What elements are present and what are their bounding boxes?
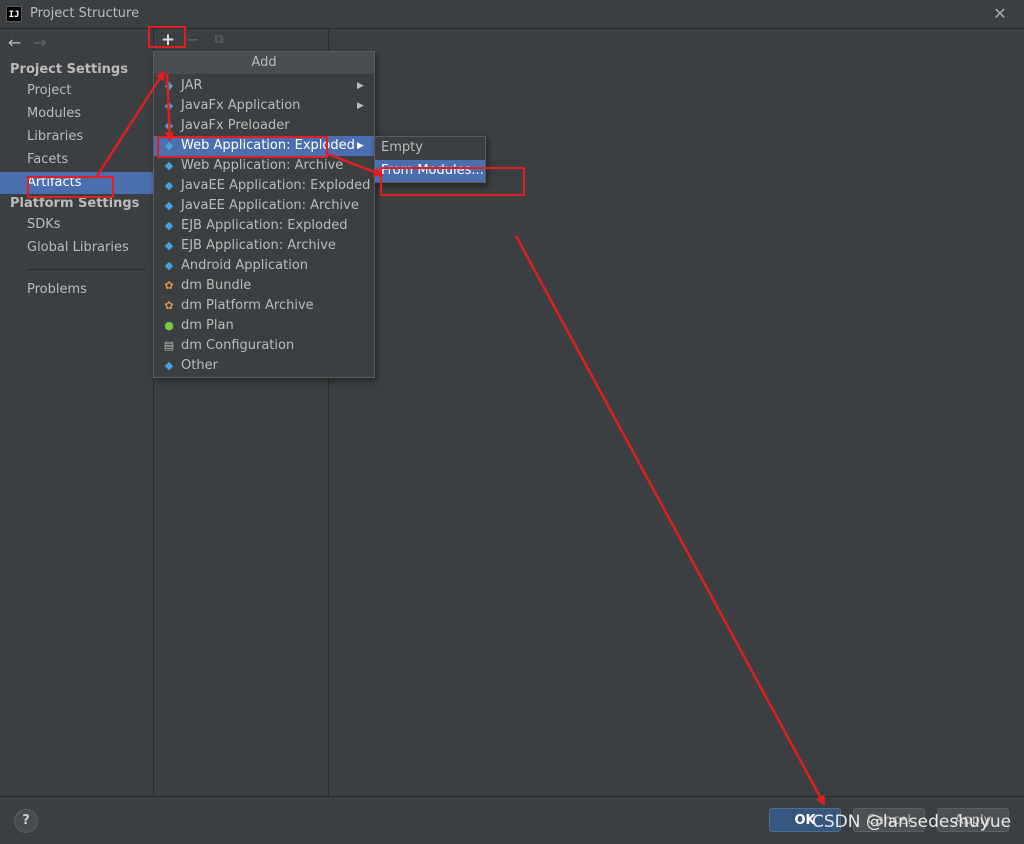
document-icon: ▤ (163, 339, 175, 352)
menu-item-dm-plan[interactable]: dm Plan (154, 316, 374, 336)
sidebar-divider (27, 269, 146, 270)
submenu-arrow-icon: ▶ (357, 81, 364, 91)
copy-icon[interactable]: ⧉ (210, 31, 228, 49)
add-popup-title: Add (154, 52, 374, 74)
menu-item-jar[interactable]: JAR (154, 76, 374, 96)
sidebar-item-facets[interactable]: Facets (0, 149, 153, 171)
title-bar (0, 0, 1024, 29)
sidebar-item-problems[interactable]: Problems (0, 279, 153, 301)
sidebar-item-modules[interactable]: Modules (0, 103, 153, 125)
menu-item-ejb-application-archive[interactable]: EJB Application: Archive (154, 236, 374, 256)
window-title: Project Structure (30, 6, 140, 21)
submenu-arrow-icon: ▶ (357, 101, 364, 111)
sidebar-item-artifacts[interactable]: Artifacts (0, 172, 153, 194)
menu-item-web-application-archive[interactable]: Web Application: Archive (154, 156, 374, 176)
menu-item-ejb-application-exploded[interactable]: EJB Application: Exploded (154, 216, 374, 236)
help-button[interactable]: ? (14, 809, 38, 833)
platform-settings-header: Platform Settings (10, 196, 140, 211)
menu-item-android-application[interactable]: Android Application (154, 256, 374, 276)
diamond-icon: ◆ (164, 79, 174, 92)
diamond-icon: ◆ (164, 259, 174, 272)
menu-item-dm-bundle[interactable]: dm Bundle (154, 276, 374, 296)
menu-item-other[interactable]: Other (154, 356, 374, 376)
submenu-arrow-icon: ▶ (357, 141, 364, 151)
watermark-text: CSDN @lansedeshuyue (812, 812, 1012, 832)
bundle-icon: ✿ (164, 279, 174, 292)
menu-item-dm-platform-archive[interactable]: dm Platform Archive (154, 296, 374, 316)
intellij-app-icon: IJ (6, 6, 22, 22)
project-settings-header: Project Settings (10, 62, 128, 77)
close-icon[interactable]: ✕ (990, 4, 1010, 24)
remove-icon[interactable]: − (184, 31, 202, 49)
javaee-icon: ◆ (164, 179, 174, 192)
diamond-icon: ◆ (164, 119, 174, 132)
menu-item-javaee-application-exploded[interactable]: JavaEE Application: Exploded (154, 176, 374, 196)
sidebar-item-project[interactable]: Project (0, 80, 153, 102)
menu-item-javafx-preloader[interactable]: JavaFx Preloader (154, 116, 374, 136)
back-arrow-icon[interactable]: ← (8, 33, 21, 52)
sidebar-item-global-libraries[interactable]: Global Libraries (0, 237, 153, 259)
menu-item-dm-configuration[interactable]: dm Configuration (154, 336, 374, 356)
ejb-icon: ◆ (164, 219, 174, 232)
sidebar-item-sdks[interactable]: SDKs (0, 214, 153, 236)
add-icon[interactable]: + (158, 31, 178, 49)
web-icon: ◆ (164, 159, 174, 172)
menu-item-javafx-application[interactable]: JavaFx Application (154, 96, 374, 116)
bundle-icon: ✿ (164, 299, 174, 312)
ejb-icon: ◆ (164, 239, 174, 252)
menu-item-web-application-exploded[interactable]: Web Application: Exploded (154, 136, 374, 156)
sidebar-item-libraries[interactable]: Libraries (0, 126, 153, 148)
javaee-icon: ◆ (164, 199, 174, 212)
plan-icon: ● (164, 319, 174, 332)
forward-arrow-icon[interactable]: → (33, 33, 46, 52)
diamond-icon: ◆ (164, 359, 174, 372)
submenu-item-from-modules[interactable]: From Modules... (375, 160, 485, 182)
diamond-icon: ◆ (164, 99, 174, 112)
web-icon: ◆ (164, 139, 174, 152)
submenu-item-empty[interactable]: Empty (375, 137, 485, 159)
menu-item-javaee-application-archive[interactable]: JavaEE Application: Archive (154, 196, 374, 216)
